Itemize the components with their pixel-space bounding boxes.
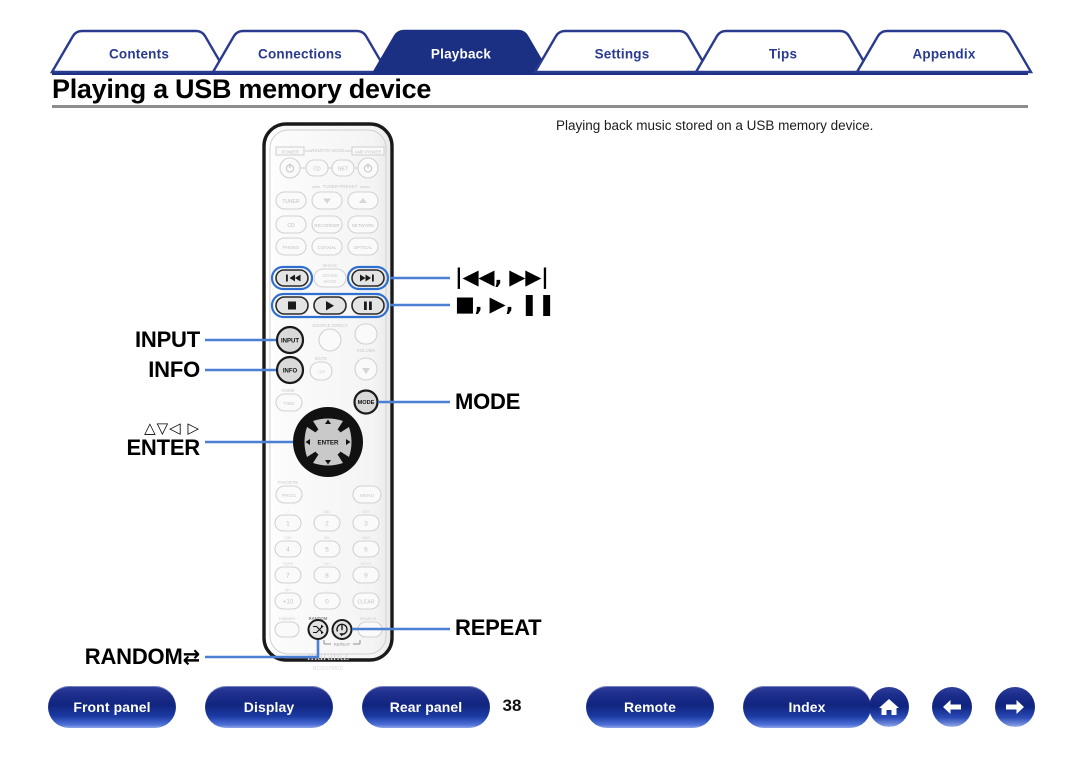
svg-text:POWER: POWER <box>281 150 299 155</box>
svg-text:CLEAR: CLEAR <box>357 600 375 606</box>
tab-label: Connections <box>258 47 342 62</box>
remote-button[interactable]: Remote <box>586 686 714 728</box>
svg-text:NETWORK: NETWORK <box>352 223 375 228</box>
callout-transport-label: ■, ▶, ❚❚ <box>455 292 556 316</box>
callout-random-label: RANDOM⇄ <box>20 644 200 670</box>
remote-figure: POWER AMP POWER REMOTE MODE CD NET TUNER… <box>0 112 620 672</box>
svg-text:DIMMER: DIMMER <box>279 616 295 621</box>
svg-text:MUTE: MUTE <box>315 356 327 361</box>
svg-text:GHI: GHI <box>285 536 292 540</box>
remote-illustration: POWER AMP POWER REMOTE MODE CD NET TUNER… <box>205 122 450 672</box>
svg-text:5: 5 <box>325 547 329 554</box>
callout-enter-label: ENTER <box>126 435 200 460</box>
svg-text:8: 8 <box>325 573 329 580</box>
svg-text:AMP POWER: AMP POWER <box>355 150 382 155</box>
home-button[interactable] <box>869 687 909 727</box>
rear-panel-button[interactable]: Rear panel <box>362 686 490 728</box>
svg-text:9: 9 <box>364 573 368 580</box>
svg-text:SOUND: SOUND <box>322 273 338 278</box>
svg-text:HOME: HOME <box>282 388 295 393</box>
back-button[interactable] <box>932 687 972 727</box>
svg-text:M-DAX: M-DAX <box>323 263 337 268</box>
remote-navigation-wheel: ENTER <box>293 407 363 477</box>
svg-text:SEARCH: SEARCH <box>360 616 377 621</box>
tab-playback[interactable]: Playback <box>371 29 551 74</box>
page-title: Playing a USB memory device <box>52 74 432 104</box>
tab-settings[interactable]: Settings <box>532 29 712 74</box>
remote-random-button <box>307 619 329 640</box>
forward-button[interactable] <box>995 687 1035 727</box>
remote-transport-buttons <box>270 292 390 319</box>
callout-mode-label: MODE <box>455 389 521 414</box>
index-button[interactable]: Index <box>743 686 871 728</box>
tab-label: Contents <box>109 47 169 62</box>
svg-text:COAXIAL: COAXIAL <box>317 245 337 250</box>
svg-text:OPTICAL: OPTICAL <box>354 245 373 250</box>
tab-tips[interactable]: Tips <box>693 29 873 74</box>
svg-text:TUNER: TUNER <box>282 199 300 205</box>
svg-text:1: 1 <box>286 521 290 528</box>
display-button[interactable]: Display <box>205 686 333 728</box>
svg-text:PQRS: PQRS <box>283 562 294 566</box>
tab-appendix[interactable]: Appendix <box>854 29 1034 74</box>
svg-text:MODE: MODE <box>358 400 375 406</box>
bottom-navigation-bar: Front panel Display Rear panel 38 Remote… <box>0 686 1080 746</box>
svg-text:RECORDER: RECORDER <box>314 223 339 228</box>
svg-text:ENTER: ENTER <box>318 440 340 447</box>
tab-label: Settings <box>595 47 650 62</box>
svg-text:SOURCE DIRECT: SOURCE DIRECT <box>312 323 348 328</box>
svg-text:MODE: MODE <box>324 279 337 284</box>
tab-label: Playback <box>431 47 491 62</box>
callout-repeat-label: REPEAT <box>455 615 542 640</box>
tab-label: Appendix <box>912 47 975 62</box>
svg-text:TUNER PRESET: TUNER PRESET <box>323 184 358 189</box>
tab-contents[interactable]: Contents <box>49 29 229 74</box>
svg-text:FAVORITE: FAVORITE <box>278 480 299 485</box>
callout-info-label: INFO <box>148 357 200 382</box>
callout-random-text: RANDOM <box>84 644 183 669</box>
svg-text:7: 7 <box>286 573 290 580</box>
svg-text:REMOTE MODE: REMOTE MODE <box>311 148 344 153</box>
svg-text:INPUT: INPUT <box>281 339 299 345</box>
remote-brand: marantz <box>307 648 349 663</box>
svg-text:PROG: PROG <box>282 493 296 499</box>
title-rule <box>52 105 1028 108</box>
forward-arrow-icon <box>1006 700 1024 714</box>
svg-text:ABC: ABC <box>323 510 331 514</box>
shuffle-icon: ⇄ <box>182 645 201 669</box>
svg-text:INFO: INFO <box>283 369 298 375</box>
front-panel-button[interactable]: Front panel <box>48 686 176 728</box>
page-number: 38 <box>502 696 522 715</box>
svg-text:TUV: TUV <box>323 562 331 566</box>
svg-text:MENU: MENU <box>360 493 375 499</box>
callout-input-label: INPUT <box>134 327 200 352</box>
home-icon <box>879 699 899 715</box>
svg-text:PHONO: PHONO <box>283 245 300 250</box>
svg-text:+10: +10 <box>283 599 294 606</box>
svg-text:TIME: TIME <box>283 401 294 407</box>
svg-text:CD: CD <box>287 223 295 229</box>
remote-repeat-button <box>331 619 353 640</box>
svg-text:NET: NET <box>338 167 348 173</box>
svg-text:3: 3 <box>364 521 368 528</box>
svg-text:DEF: DEF <box>362 510 370 514</box>
svg-text:◁⨯: ◁⨯ <box>317 370 326 376</box>
svg-text:0: 0 <box>325 599 329 606</box>
callout-skip-label: |◀◀, ▶▶| <box>455 265 549 289</box>
tab-label: Tips <box>769 47 797 62</box>
svg-text:CD: CD <box>313 167 321 173</box>
svg-text:4: 4 <box>286 547 290 554</box>
svg-text:WXYZ: WXYZ <box>361 562 373 566</box>
svg-text:JKL: JKL <box>324 536 331 540</box>
svg-text:2: 2 <box>325 521 329 528</box>
svg-text:6: 6 <box>364 547 368 554</box>
svg-text:REPEAT: REPEAT <box>334 642 351 647</box>
tab-connections[interactable]: Connections <box>210 29 390 74</box>
back-arrow-icon <box>943 700 961 714</box>
svg-text:VOLUME: VOLUME <box>357 348 376 353</box>
svg-text:MNO: MNO <box>362 536 371 540</box>
tab-bar: Contents Connections Playback Settings T… <box>0 28 1080 76</box>
remote-model: RC001PMCD <box>313 666 344 672</box>
svg-text:@/:: @/: <box>285 588 291 592</box>
